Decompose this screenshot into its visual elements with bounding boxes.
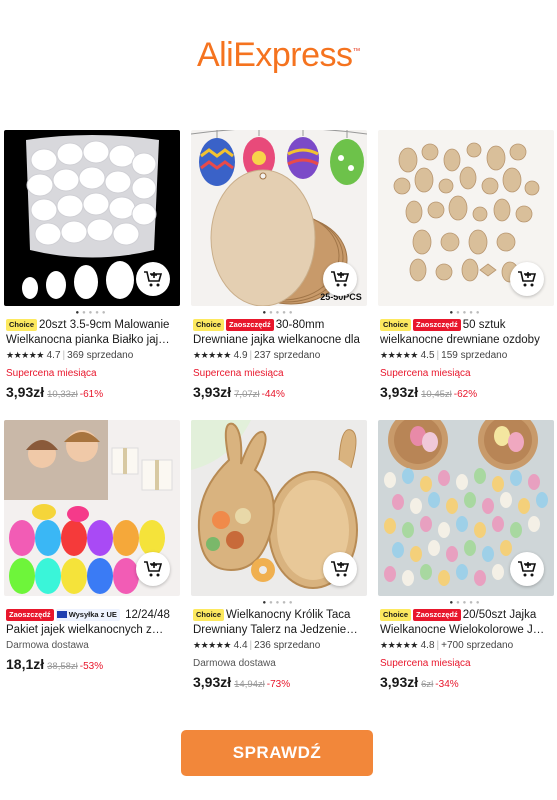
price-row: 18,1zł 38,58zł -53% (6, 656, 103, 674)
promo-tag: Darmowa dostawa (193, 658, 276, 669)
product-title[interactable]: Zaoszczędź Wysyłka z UE 12/24/48 Pakiet j… (6, 608, 178, 638)
product-rating: ★★★★★ 4.4 | 236 sprzedano (193, 640, 321, 651)
product-image-wooden-eggs[interactable]: 25-50PCS (191, 130, 367, 306)
discount: -44% (261, 389, 285, 400)
product-image-foam-eggs[interactable] (4, 130, 180, 306)
add-to-cart-button[interactable] (323, 552, 357, 586)
save-badge: Zaoszczędź (226, 319, 274, 331)
logo-text: AliExpress (196, 36, 353, 74)
cart-plus-icon (518, 561, 537, 577)
old-price: 10,45zł (421, 389, 452, 400)
choice-badge: Choice (193, 319, 225, 331)
add-to-cart-button[interactable] (136, 262, 170, 296)
add-to-cart-button[interactable] (510, 262, 544, 296)
promo-tag: Supercena miesiąca (380, 368, 471, 379)
promo-tag: Supercena miesiąca (6, 368, 97, 379)
product-rating: ★★★★★ 4.5 | 159 sprzedano (380, 350, 508, 361)
price-row: 3,93zł 10,45zł -62% (380, 384, 477, 402)
product-title[interactable]: Choice 20szt 3.5-9cm Malowanie Wielkanocn… (6, 318, 178, 348)
aliexpress-logo[interactable]: AliExpress™ (0, 36, 557, 75)
old-price: 38,58zł (47, 661, 78, 672)
carousel-dots: ●●●●● (262, 600, 296, 606)
add-to-cart-button[interactable] (510, 552, 544, 586)
price-row: 3,93zł 7,07zł -44% (193, 384, 285, 402)
product-rating: ★★★★★ 4.7 | 369 sprzedano (6, 350, 134, 361)
promo-tag: Darmowa dostawa (6, 640, 89, 651)
check-button[interactable]: SPRAWDŹ (181, 730, 373, 776)
save-badge: Zaoszczędź (6, 609, 54, 621)
discount: -61% (79, 389, 104, 400)
eu-shipping-badge: Wysyłka z UE (55, 609, 120, 621)
current-price: 3,93zł (193, 384, 232, 400)
product-rating: ★★★★★ 4.9 | 237 sprzedano (193, 350, 321, 361)
stars-icon: ★★★★★ (193, 640, 231, 650)
save-badge: Zaoszczędź (413, 319, 461, 331)
choice-badge: Choice (193, 609, 225, 621)
stars-icon: ★★★★★ (6, 350, 44, 360)
current-price: 3,93zł (193, 674, 232, 690)
cart-plus-icon (518, 271, 537, 287)
current-price: 3,93zł (380, 384, 419, 400)
current-price: 3,93zł (6, 384, 45, 400)
promo-tag: Supercena miesiąca (193, 368, 284, 379)
save-badge: Zaoszczędź (413, 609, 461, 621)
product-image-wooden-ornaments[interactable] (378, 130, 554, 306)
cart-plus-icon (331, 561, 350, 577)
product-title[interactable]: Choice Zaoszczędź 30-80mm Drewniane jajka … (193, 318, 365, 348)
trademark-icon: ™ (352, 46, 361, 56)
price-row: 3,93zł 6zł -34% (380, 674, 459, 692)
product-title[interactable]: Choice Zaoszczędź 20/50szt Jajka Wielkanoc… (380, 608, 552, 638)
product-title[interactable]: Choice Zaoszczędź 50 sztuk wielkanocne dre… (380, 318, 552, 348)
discount: -62% (453, 389, 478, 400)
cart-plus-icon (144, 271, 163, 287)
product-image-plastic-eggs[interactable] (4, 420, 180, 596)
carousel-dots: ●●●●● (262, 310, 296, 316)
old-price: 6zł (421, 679, 434, 690)
add-to-cart-button[interactable] (323, 262, 357, 296)
stars-icon: ★★★★★ (380, 640, 418, 650)
discount: -73% (266, 679, 291, 690)
carousel-dots: ●●●●● (449, 600, 483, 606)
current-price: 3,93zł (380, 674, 419, 690)
promo-tag: Supercena miesiąca (380, 658, 471, 669)
product-image-bunny-tray[interactable] (191, 420, 367, 596)
carousel-dots: ●●●●● (449, 310, 483, 316)
choice-badge: Choice (380, 609, 412, 621)
carousel-dots: ●●●●● (75, 310, 109, 316)
old-price: 10,33zł (47, 389, 78, 400)
stars-icon: ★★★★★ (193, 350, 231, 360)
price-row: 3,93zł 10,33zł -61% (6, 384, 103, 402)
eu-flag-icon (56, 610, 67, 618)
add-to-cart-button[interactable] (136, 552, 170, 586)
discount: -34% (435, 679, 459, 690)
choice-badge: Choice (6, 319, 38, 331)
current-price: 18,1zł (6, 656, 45, 672)
old-price: 14,94zł (234, 679, 265, 690)
discount: -53% (79, 661, 104, 672)
product-title[interactable]: Choice Wielkanocny Królik Taca Drewniany … (193, 608, 365, 638)
cart-plus-icon (331, 271, 350, 287)
product-rating: ★★★★★ 4.8 | +700 sprzedano (380, 640, 514, 651)
cart-plus-icon (144, 561, 163, 577)
old-price: 7,07zł (234, 389, 260, 400)
product-image-speckled-eggs[interactable] (378, 420, 554, 596)
price-row: 3,93zł 14,94zł -73% (193, 674, 290, 692)
stars-icon: ★★★★★ (380, 350, 418, 360)
choice-badge: Choice (380, 319, 412, 331)
